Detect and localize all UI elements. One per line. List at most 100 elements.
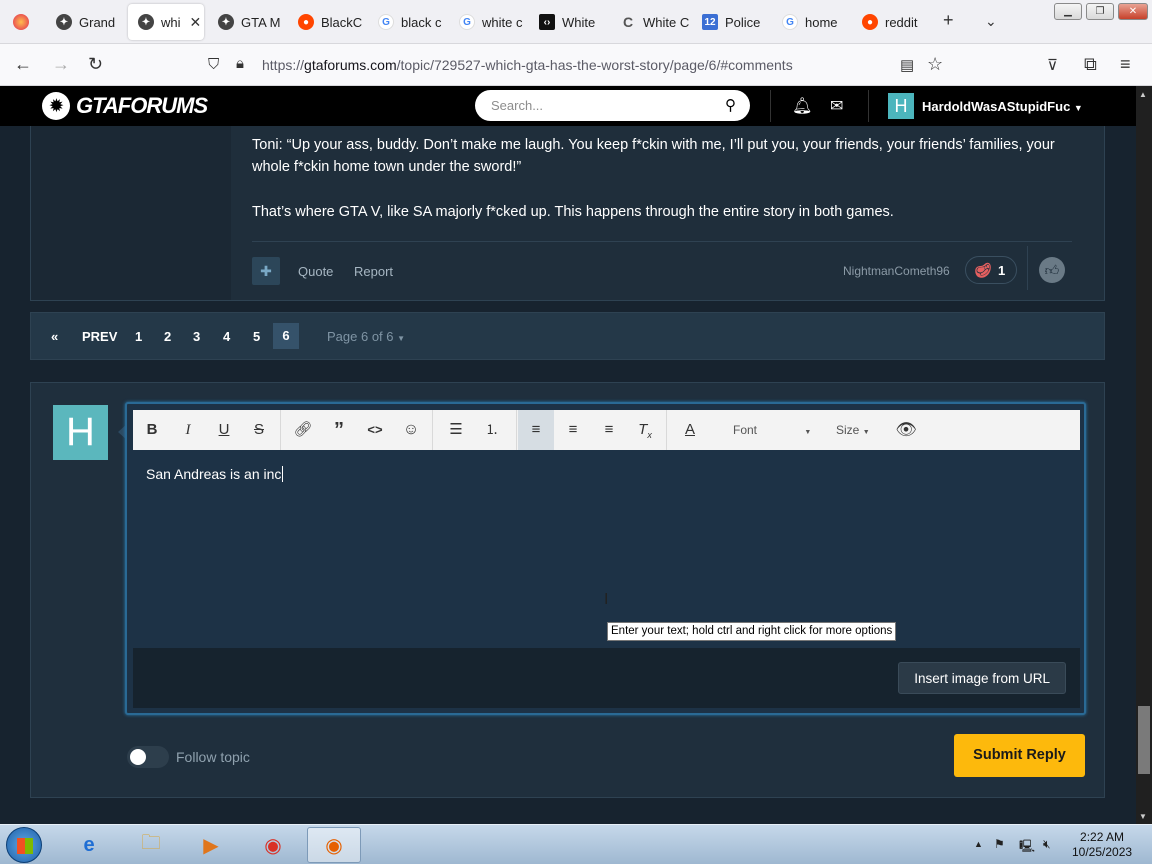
rich-text-editor[interactable]: B I U S 🔗︎ ” <> ☺ ☰ ⒈ ≡ ≡ ≡ Tx A Font ▼ … <box>125 402 1086 715</box>
tab-9[interactable]: G home <box>772 4 852 40</box>
tab-6[interactable]: ‹› White <box>529 4 609 40</box>
quote-icon[interactable]: ” <box>322 410 356 450</box>
font-dropdown[interactable]: Font ▼ <box>733 423 811 437</box>
search-input[interactable]: Search... ⚲ <box>475 90 750 121</box>
lock-icon[interactable]: 🔒︎ <box>236 55 244 72</box>
align-right-icon[interactable]: ≡ <box>592 410 626 450</box>
page-link[interactable]: 4 <box>223 329 230 344</box>
remove-format-icon[interactable]: Tx <box>628 410 662 450</box>
page-link[interactable]: 3 <box>193 329 200 344</box>
reaction-count-badge[interactable]: 🥩︎ 1 <box>965 256 1017 284</box>
url-bar[interactable]: https://gtaforums.com/topic/729527-which… <box>262 57 793 73</box>
media-player-icon[interactable]: ▶ <box>184 827 238 863</box>
numbered-list-icon[interactable]: ⒈ <box>475 410 509 450</box>
scroll-down-icon[interactable]: ▼ <box>1139 812 1147 821</box>
code-icon[interactable]: <> <box>358 410 392 450</box>
like-thumb-icon[interactable]: 👍︎ <box>1039 257 1065 283</box>
tab-title: GTA M <box>241 14 281 30</box>
insert-image-url-button[interactable]: Insert image from URL <box>898 662 1066 694</box>
preview-eye-icon[interactable]: 👁︎ <box>889 410 923 450</box>
tab-2[interactable]: ✦ GTA M <box>208 4 288 40</box>
tab-5[interactable]: G white c <box>449 4 529 40</box>
start-button[interactable] <box>6 827 42 863</box>
user-menu[interactable]: HardoldWasAStupidFuc ▼ <box>922 99 1083 114</box>
page-link[interactable]: 1 <box>135 329 142 344</box>
page-jump-dropdown[interactable]: Page 6 of 6 ▼ <box>327 329 405 344</box>
reload-icon[interactable]: ↻ <box>88 54 103 75</box>
firefox-menu-icon[interactable] <box>4 4 38 40</box>
volume-muted-icon[interactable]: 🔇︎ <box>1043 837 1051 852</box>
quote-link[interactable]: Quote <box>298 264 333 279</box>
user-name: HardoldWasAStupidFuc <box>922 99 1071 114</box>
close-tab-icon[interactable]: ✕ <box>190 14 202 31</box>
pagination: « PREV 1 2 3 4 5 6 Page 6 of 6 ▼ <box>30 312 1105 360</box>
pocket-icon[interactable]: ⊽ <box>1047 56 1058 74</box>
messages-envelope-icon[interactable]: ✉ <box>830 96 843 116</box>
reddit-icon: ● <box>862 14 878 30</box>
browser-tab-bar: ✦ Grand ✦ whi ✕ ✦ GTA M ● BlackC G black… <box>0 0 1152 44</box>
new-tab-plus-icon[interactable]: + <box>943 10 954 31</box>
first-page-icon[interactable]: « <box>51 329 58 344</box>
firefox-taskbar-icon[interactable]: ◉ <box>307 827 361 863</box>
page-scrollbar[interactable]: ▲ ▼ <box>1136 86 1152 824</box>
shield-icon[interactable]: ⛉ <box>208 56 219 73</box>
action-center-icon[interactable]: ⚑ <box>994 837 1005 851</box>
tab-0[interactable]: ✦ Grand <box>46 4 122 40</box>
tab-4[interactable]: G black c <box>368 4 448 40</box>
tab-title: Grand <box>79 14 116 30</box>
close-window-button[interactable]: ✕ <box>1118 3 1148 20</box>
prev-page-link[interactable]: PREV <box>82 329 117 344</box>
editor-content[interactable]: San Andreas is an inc <box>146 466 283 482</box>
follow-topic-toggle[interactable] <box>127 746 169 768</box>
chrome-icon[interactable]: ◉ <box>246 827 300 863</box>
post-divider <box>252 241 1072 242</box>
scroll-up-icon[interactable]: ▲ <box>1139 90 1147 99</box>
back-arrow-icon[interactable]: ← <box>14 54 32 75</box>
italic-icon[interactable]: I <box>171 410 205 450</box>
tab-title: home <box>805 14 838 30</box>
tray-expand-icon[interactable]: ▲ <box>974 839 983 849</box>
search-icon[interactable]: ⚲ <box>725 96 736 114</box>
bullet-list-icon[interactable]: ☰ <box>439 410 473 450</box>
system-clock[interactable]: 2:22 AM 10/25/2023 <box>1072 830 1132 860</box>
list-tabs-chevron-icon[interactable]: ⌄ <box>985 13 997 30</box>
align-left-icon[interactable]: ≡ <box>518 410 554 450</box>
avatar[interactable]: H <box>888 93 914 119</box>
notification-bell-icon[interactable]: 🔔︎ <box>792 96 812 116</box>
tab-1[interactable]: ✦ whi ✕ <box>128 4 204 40</box>
maximize-window-button[interactable]: ❐ <box>1086 3 1114 20</box>
page-link[interactable]: 5 <box>253 329 260 344</box>
report-link[interactable]: Report <box>354 264 393 279</box>
file-explorer-icon[interactable]: 🗀 <box>124 827 178 863</box>
tab-3[interactable]: ● BlackC <box>288 4 368 40</box>
gta-logo-icon: ✹ <box>42 92 70 120</box>
link-icon[interactable]: 🔗︎ <box>286 410 320 450</box>
scroll-thumb[interactable] <box>1138 706 1150 774</box>
forward-arrow-icon[interactable]: → <box>52 54 70 75</box>
size-dropdown[interactable]: Size ▼ <box>836 423 870 437</box>
follow-topic-label: Follow topic <box>176 749 250 765</box>
tab-title: White <box>562 14 596 30</box>
bookmark-star-icon[interactable]: ☆ <box>927 54 943 75</box>
tab-10[interactable]: ● reddit <box>852 4 932 40</box>
app-menu-icon[interactable]: ≡ <box>1120 54 1131 75</box>
reacted-by-user[interactable]: NightmanCometh96 <box>843 264 950 278</box>
text-color-icon[interactable]: A <box>673 410 707 450</box>
reader-view-icon[interactable]: ▤ <box>900 56 914 74</box>
multiquote-plus-button[interactable]: ✚ <box>252 257 280 285</box>
extensions-icon[interactable]: ⧉ <box>1084 54 1097 75</box>
align-center-icon[interactable]: ≡ <box>556 410 590 450</box>
reddit-icon: ● <box>298 14 314 30</box>
tab-8[interactable]: 12 Police <box>692 4 772 40</box>
bold-icon[interactable]: B <box>135 410 169 450</box>
network-icon[interactable]: 🖳︎ <box>1019 837 1035 858</box>
strikethrough-icon[interactable]: S <box>242 410 276 450</box>
internet-explorer-icon[interactable]: e <box>62 827 116 863</box>
page-link[interactable]: 2 <box>164 329 171 344</box>
submit-reply-button[interactable]: Submit Reply <box>954 734 1085 777</box>
underline-icon[interactable]: U <box>207 410 241 450</box>
emoji-icon[interactable]: ☺ <box>394 410 428 450</box>
minimize-window-button[interactable]: ▁ <box>1054 3 1082 20</box>
site-logo[interactable]: ✹ GTAFORUMS <box>42 92 208 120</box>
tab-7[interactable]: C White C <box>610 4 690 40</box>
